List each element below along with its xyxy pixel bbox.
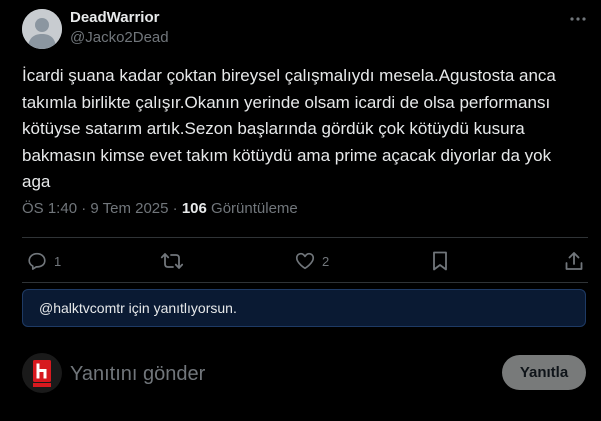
tweet-text: İcardi şuana kadar çoktan bireysel çalış… — [22, 63, 582, 196]
share-icon — [565, 252, 583, 270]
repost-icon — [160, 253, 184, 269]
views-count: 106 — [181, 200, 212, 217]
repost-button[interactable] — [160, 248, 190, 274]
replying-to-text: @halktvcomtr için yanıtlıyorsun. — [39, 300, 237, 316]
tweet-date[interactable]: 9 Tem 2025 — [90, 200, 172, 217]
default-avatar-icon — [22, 9, 62, 49]
like-count: 2 — [322, 253, 330, 269]
composer-avatar[interactable] — [22, 353, 62, 393]
tweet-text-line: kötüyse satarım artık.Sezon başlarında g… — [22, 119, 525, 138]
tweet-text-line: bakmasın kimse evet takım kötüydü ama pr… — [22, 145, 552, 165]
replying-to-banner[interactable]: @halktvcomtr için yanıtlıyorsun. — [22, 289, 586, 327]
bookmark-button[interactable] — [430, 248, 450, 274]
divider — [22, 282, 588, 283]
tweet-text-line: İcardi şuana kadar çoktan bireysel çalış… — [22, 66, 556, 85]
reply-input[interactable] — [70, 360, 480, 388]
reply-button[interactable]: 1 — [26, 248, 61, 274]
author-display-name[interactable]: DeadWarrior — [70, 9, 159, 26]
reply-submit-button[interactable]: Yanıtla — [502, 355, 586, 390]
tweet: DeadWarrior @Jacko2Dead İcardi şuana kad… — [0, 0, 601, 421]
bookmark-icon — [433, 251, 447, 271]
tweet-text-line: takımla birlikte çalışır.Okanın yerinde … — [22, 92, 551, 112]
like-button[interactable]: 2 — [294, 248, 329, 274]
more-horizontal-icon — [570, 17, 586, 21]
tweet-meta: ÖS 1:40 · 9 Tem 2025 · 106 Görüntüleme — [22, 200, 298, 217]
views-label: Görüntüleme — [211, 200, 298, 217]
reply-icon — [28, 252, 46, 270]
divider — [22, 237, 588, 238]
more-options-button[interactable] — [568, 14, 588, 24]
tweet-actions: 1 2 — [22, 248, 588, 274]
halktv-logo-icon — [22, 353, 62, 393]
meta-separator: · — [172, 200, 182, 217]
meta-separator: · — [81, 200, 91, 217]
author-handle[interactable]: @Jacko2Dead — [70, 29, 169, 46]
reply-count: 1 — [54, 253, 62, 269]
author-avatar[interactable] — [22, 9, 62, 49]
tweet-time[interactable]: ÖS 1:40 — [22, 200, 81, 217]
tweet-text-line: aga — [22, 172, 51, 191]
like-icon — [295, 252, 315, 270]
share-button[interactable] — [563, 248, 585, 274]
